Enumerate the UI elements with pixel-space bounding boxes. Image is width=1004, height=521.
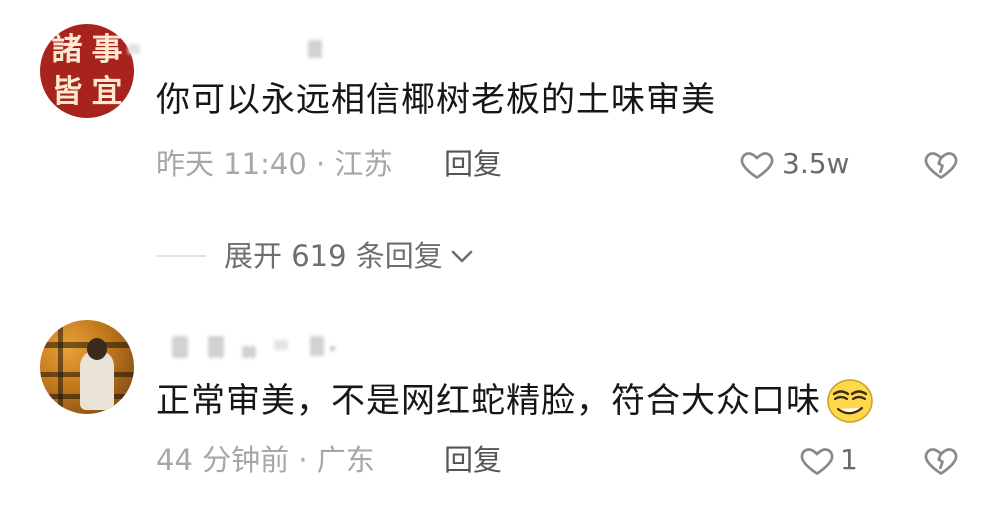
avatar-glyph: 事	[91, 32, 123, 68]
comment-text: 正常审美，不是网红蛇精脸，符合大众口味	[156, 381, 821, 421]
comment-text-row: 正常审美，不是网红蛇精脸，符合大众口味	[156, 377, 875, 425]
avatar-glyph: 宜	[91, 74, 123, 110]
comment-meta: 昨天 11:40 · 江苏	[156, 147, 393, 181]
broken-heart-icon[interactable]	[922, 146, 960, 182]
avatar[interactable]	[40, 320, 134, 414]
chevron-down-icon	[449, 246, 475, 266]
heart-outline-icon[interactable]	[738, 146, 776, 182]
expand-replies-label: 展开 619 条回复	[224, 239, 443, 273]
reply-button[interactable]: 回复	[444, 146, 502, 182]
heart-outline-icon[interactable]	[798, 442, 836, 478]
divider	[156, 255, 206, 257]
smirk-emoji	[825, 377, 875, 425]
like-count: 1	[840, 443, 858, 476]
expand-replies-button[interactable]: 展开 619 条回复	[224, 236, 475, 276]
broken-heart-icon[interactable]	[922, 442, 960, 478]
comment-text: 你可以永远相信椰树老板的土味审美	[156, 80, 716, 120]
reply-button[interactable]: 回复	[444, 442, 502, 478]
avatar-glyph: 諸	[51, 32, 83, 68]
avatar-glyph: 皆	[51, 74, 83, 110]
avatar[interactable]: 諸 事 皆 宜	[40, 24, 134, 118]
comment-meta: 44 分钟前 · 广东	[156, 443, 375, 477]
like-count: 3.5w	[782, 147, 850, 180]
